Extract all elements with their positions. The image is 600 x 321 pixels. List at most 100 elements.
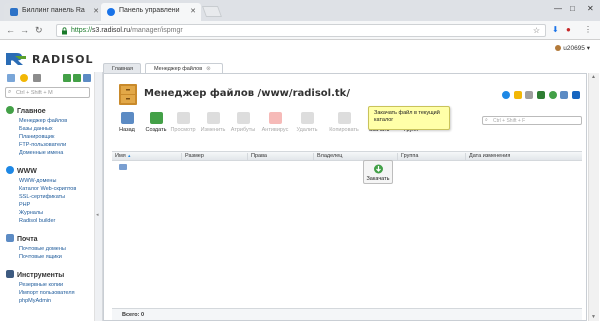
panel-favicon-icon [107,8,115,16]
tab-file-manager[interactable]: Менеджер файлов ⊗ [145,63,223,73]
table-row[interactable] [112,162,582,172]
sidebar-item-logs[interactable]: Журналы [19,210,43,216]
user-menu[interactable]: u20695 ▾ [555,44,590,52]
download-extension-icon[interactable]: ⬇ [552,25,559,34]
sidebar-toolbar [7,74,93,84]
address-bar-row: ← → ↻ https://s3.radisol.ru/manager/ispm… [0,21,600,40]
view-button[interactable]: Просмотр [168,112,198,133]
extension-icon[interactable]: ● [566,25,571,34]
pin-icon[interactable] [525,91,534,99]
delete-button[interactable]: Удалить [292,112,322,133]
close-tab-icon[interactable]: ✕ [93,7,99,15]
main-section-icon [6,106,14,114]
sidebar-item-file-manager[interactable]: Менеджер файлов [19,118,67,124]
sidebar-item-php[interactable]: PHP [19,202,30,208]
column-size[interactable]: Размер [182,153,248,161]
forward-arrow-icon[interactable]: → [20,25,29,35]
sidebar-item-import-user[interactable]: Импорт пользователя [19,290,75,296]
panel-actions [500,91,580,101]
radisol-favicon-icon [10,8,18,16]
print-icon[interactable] [560,91,569,99]
print-icon[interactable] [33,74,41,82]
antivirus-button[interactable]: Антивирус [260,112,290,133]
scroll-up-icon[interactable]: ▲ [591,74,596,80]
delete-icon [300,112,314,124]
vertical-scrollbar[interactable]: ▲ ▼ [588,73,599,321]
back-arrow-icon[interactable]: ← [6,25,15,35]
column-name[interactable]: Имя ▲ [112,153,182,161]
search-icon: ⌕ [8,89,12,95]
view-icon [176,112,190,124]
collapse-sidebar-icon[interactable]: ◂ [96,212,99,218]
sidebar-item-scheduler[interactable]: Планировщик [19,134,54,140]
file-table-header: Имя ▲ Размер Права Владелец Группа Дата … [112,151,582,161]
menu-icon[interactable]: ⋮ [584,25,592,34]
bookmark-star-icon[interactable]: ☆ [533,26,540,35]
expand-all-icon[interactable] [63,74,71,82]
page-title: Менеджер файлов /www/radisol.tk/ [144,88,350,99]
collapse-all-icon[interactable] [73,74,81,82]
browser-tab-panel[interactable]: Панель управлени ✕ [101,3,201,21]
copy-icon [337,112,351,124]
scroll-down-icon[interactable]: ▼ [591,314,596,320]
close-tab-icon[interactable]: ⊗ [206,66,211,72]
tab-home[interactable]: Главная [103,63,141,73]
column-modified-date[interactable]: Дата изменения [466,153,582,161]
ispmanager-app: RADISOL u20695 ▾ ⌕ Ctrl + Shift + M Глав… [0,40,600,321]
sidebar-item-ssl-certificates[interactable]: SSL-сертификаты [19,194,65,200]
minimize-icon[interactable]: — [554,4,562,13]
sidebar-item-domain-names[interactable]: Доменные имена [19,150,63,156]
tab-title: Биллинг панель Ra [22,7,85,14]
sidebar-item-ftp-users[interactable]: FTP-пользователи [19,142,66,148]
file-cabinet-icon [119,84,137,105]
column-permissions[interactable]: Права [248,153,314,161]
column-group[interactable]: Группа [398,153,466,161]
tab-title: Панель управлени [119,7,180,14]
back-arrow-icon [120,112,134,124]
section-mail[interactable]: Почта [6,234,38,243]
url-field[interactable]: https://s3.radisol.ru/manager/ispmgr ☆ [56,24,546,37]
sidebar: ⌕ Ctrl + Shift + M Главное Менеджер файл… [0,72,95,321]
browser-tab-billing[interactable]: Биллинг панель Ra ✕ [4,3,104,21]
help-icon[interactable] [572,91,580,99]
settings-icon[interactable] [548,91,557,99]
favorite-icon[interactable] [513,91,522,99]
new-tab-button[interactable] [201,6,223,17]
maximize-icon[interactable]: □ [570,4,575,13]
back-button[interactable]: Назад [112,112,142,133]
favorite-star-icon[interactable] [20,74,28,82]
radisol-logo-icon [6,53,26,65]
attributes-button[interactable]: Атрибуты [228,112,258,133]
mail-icon [6,234,14,242]
section-www[interactable]: WWW [6,166,37,175]
pin-icon[interactable] [83,74,91,82]
sidebar-item-databases[interactable]: Базы данных [19,126,53,132]
upload-icon [373,164,383,174]
main-tabs: Главная Менеджер файлов ⊗ [103,62,600,73]
upload-popup-button[interactable]: Закачать [363,160,393,184]
create-file-icon [149,112,163,124]
section-tools[interactable]: Инструменты [6,270,64,279]
refresh-icon[interactable] [501,91,510,99]
attributes-icon [236,112,250,124]
section-main[interactable]: Главное [6,106,46,115]
close-tab-icon[interactable]: ✕ [190,7,196,15]
create-button[interactable]: Создать [141,112,171,133]
close-window-icon[interactable]: ✕ [587,4,594,13]
copy-button[interactable]: Копировать [326,112,362,133]
sidebar-item-phpmyadmin[interactable]: phpMyAdmin [19,298,51,304]
file-search-input[interactable]: ⌕ Ctrl + Shift + F [482,116,582,125]
sidebar-item-www-domains[interactable]: WWW-домены [19,178,56,184]
sidebar-item-web-scripts[interactable]: Каталог Web-скриптов [19,186,76,192]
edit-button[interactable]: Изменить [198,112,228,133]
sidebar-item-mail-domains[interactable]: Почтовые домены [19,246,66,252]
sidebar-search-input[interactable]: ⌕ Ctrl + Shift + M [5,87,90,98]
sidebar-splitter[interactable]: ◂ [95,72,103,321]
excel-export-icon[interactable] [536,91,545,99]
sidebar-item-radisol-builder[interactable]: Radisol builder [19,218,55,224]
sidebar-item-backups[interactable]: Резервные копии [19,282,63,288]
reload-icon[interactable]: ↻ [35,25,43,36]
grid-icon[interactable] [7,74,15,82]
sidebar-item-mailboxes[interactable]: Почтовые ящики [19,254,62,260]
user-icon [555,45,562,52]
